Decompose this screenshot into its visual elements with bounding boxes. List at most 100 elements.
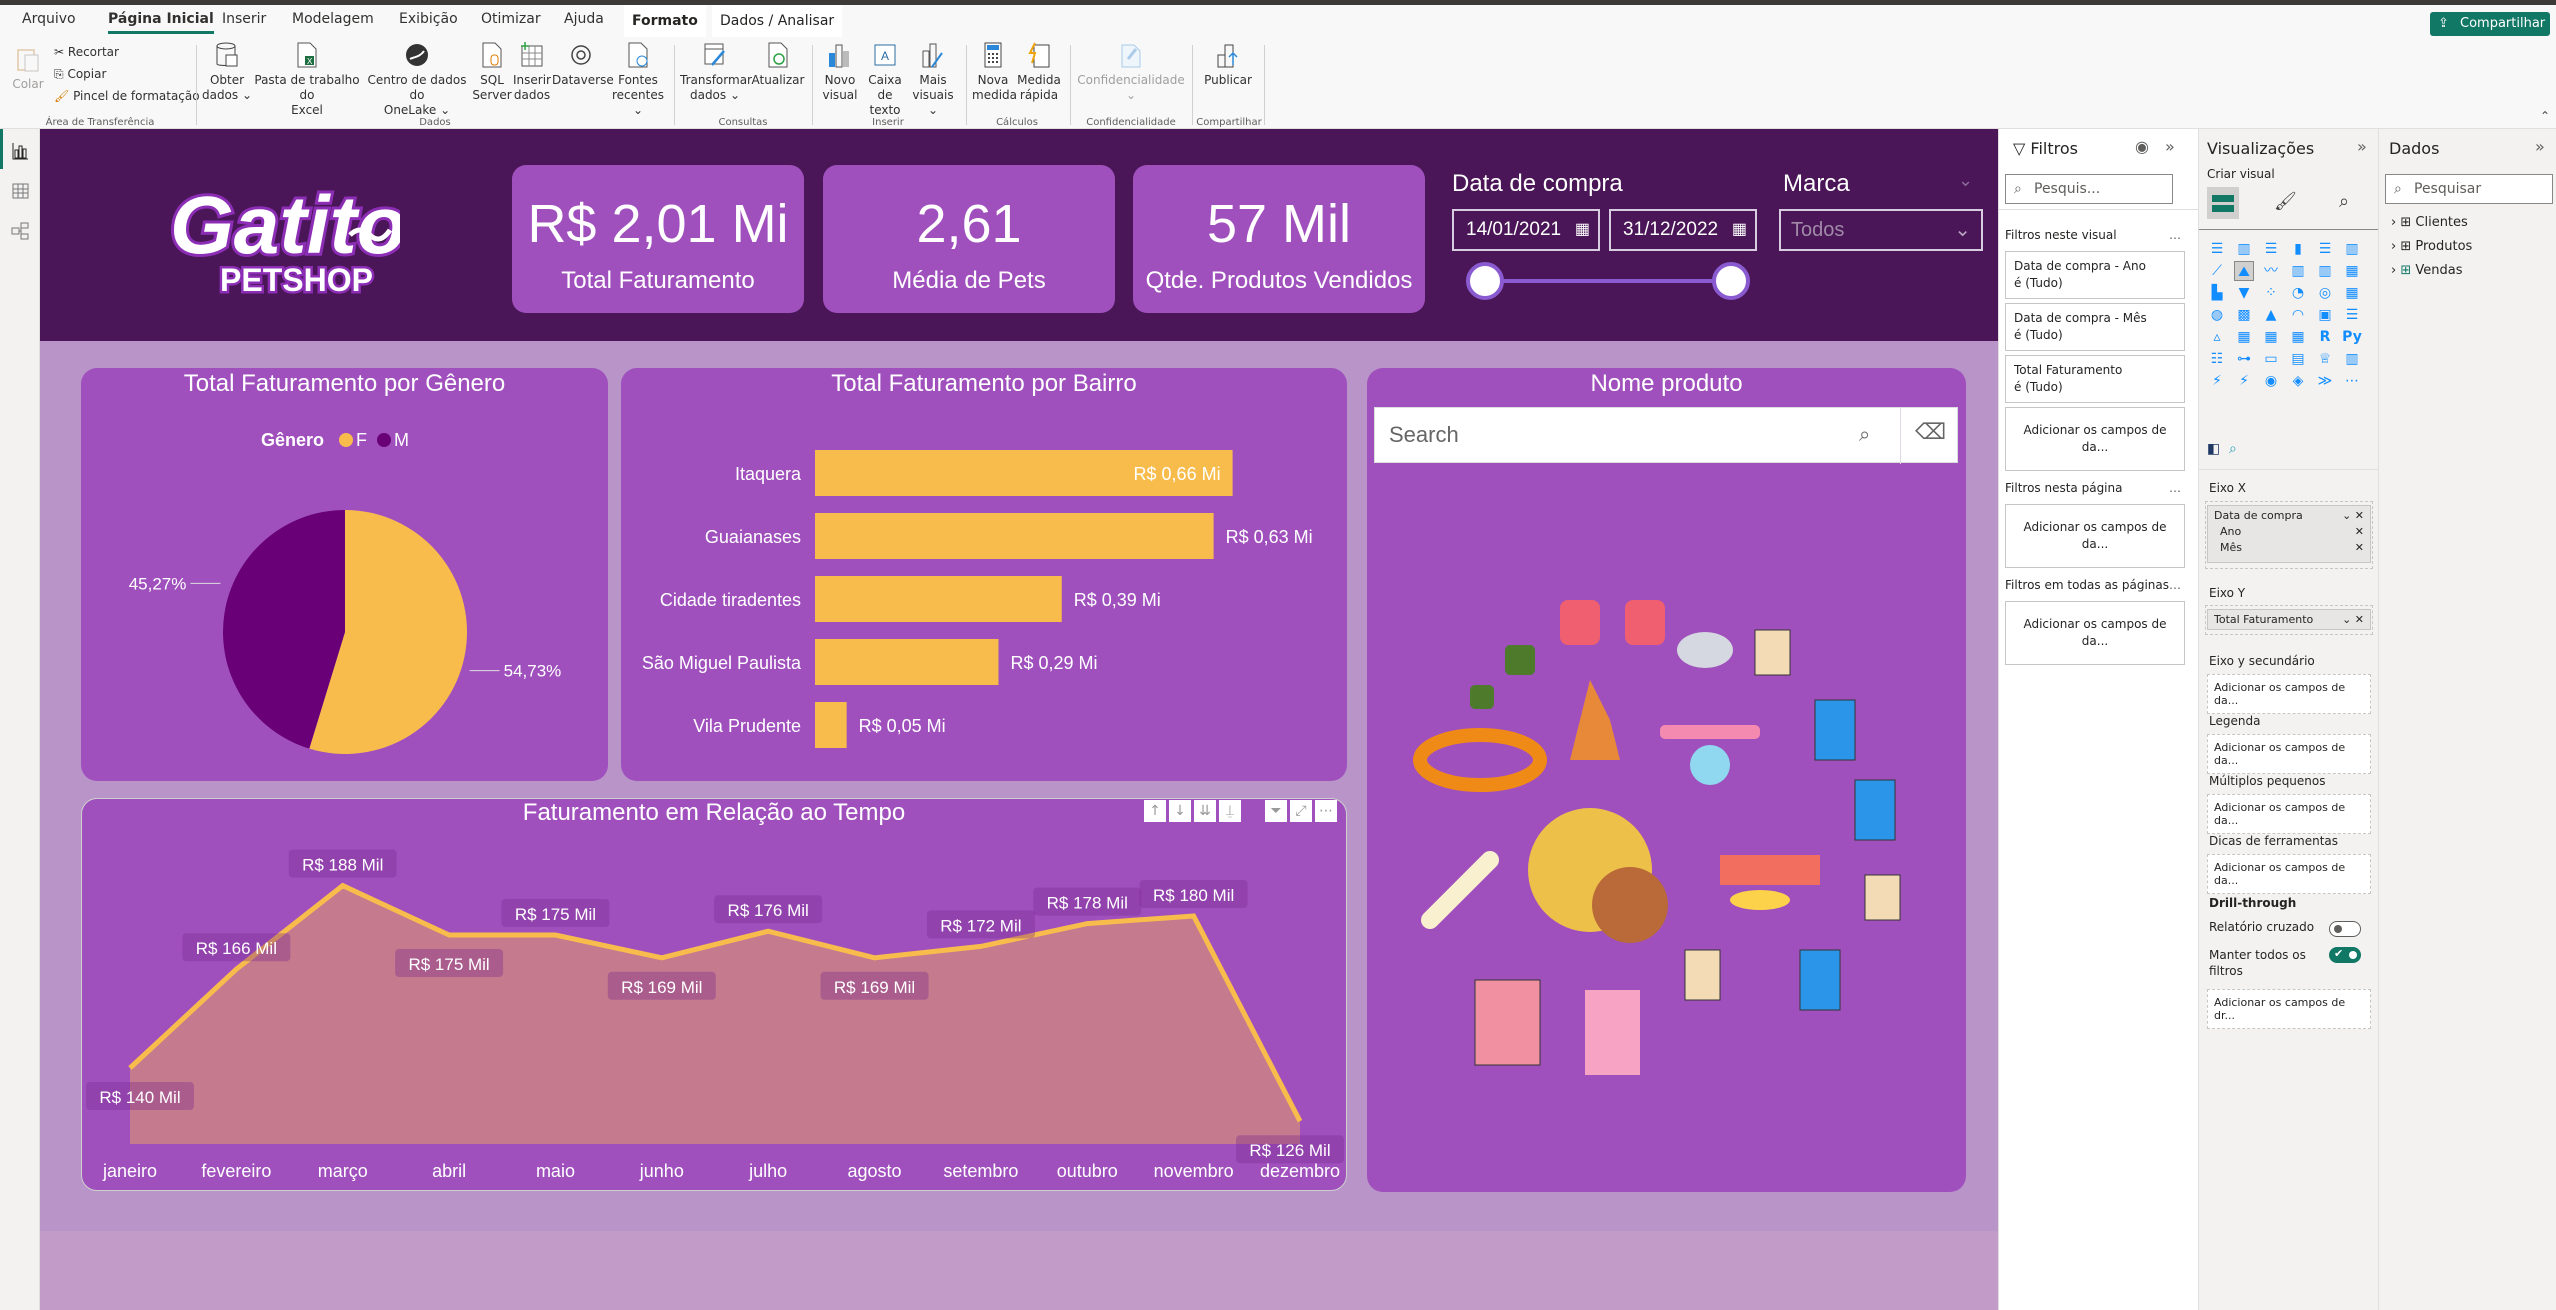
product-search-input[interactable]: Search ⌕ ⌫ — [1374, 407, 1958, 464]
visual-type-icon[interactable]: ▼ — [2234, 283, 2254, 303]
calendar-icon[interactable]: ▦ — [1732, 211, 1747, 249]
visual-type-icon[interactable]: ◉ — [2261, 371, 2281, 391]
collapse-filters-icon[interactable]: » — [2165, 137, 2175, 156]
quick-measure-button[interactable]: Medida rápida — [1016, 41, 1062, 103]
new-measure-button[interactable]: Nova medida — [972, 41, 1017, 103]
visual-type-icon[interactable]: ▦ — [2261, 327, 2281, 347]
visual-type-icon[interactable]: Py — [2342, 327, 2362, 347]
paste-button[interactable]: Colar — [10, 45, 46, 92]
visual-type-icon[interactable]: ▣ — [2315, 305, 2335, 325]
tab-ajuda[interactable]: Ajuda — [564, 11, 604, 27]
visual-type-icon[interactable]: ▥ — [2342, 349, 2362, 369]
brand-dropdown[interactable]: Todos ⌄ — [1779, 209, 1983, 251]
recent-sources-button[interactable]: Fontes recentes ⌄ — [610, 41, 666, 118]
date-range-slider[interactable] — [1485, 279, 1735, 283]
tab-otimizar[interactable]: Otimizar — [481, 11, 541, 27]
visual-type-icon[interactable]: ▦ — [2342, 283, 2362, 303]
visual-type-icon[interactable]: ≫ — [2315, 371, 2335, 391]
visual-type-icon[interactable]: ▦ — [2342, 261, 2362, 281]
visual-type-icon[interactable]: ◍ — [2207, 305, 2227, 325]
visual-type-icon[interactable]: ☷ — [2207, 349, 2227, 369]
format-painter-button[interactable]: 🖌 Pincel de formatação — [54, 89, 200, 103]
visual-type-icon[interactable]: ▲ — [2261, 305, 2281, 325]
remove-field-icon[interactable]: ⌄ ✕ — [2342, 613, 2364, 626]
visual-type-icon[interactable]: ⚡ — [2207, 371, 2227, 391]
data-search-input[interactable]: ⌕ Pesquisar — [2385, 174, 2553, 204]
copy-button[interactable]: ⎘ Copiar — [54, 67, 106, 82]
filter-card-ano[interactable]: Data de compra - Ano é (Tudo) — [2005, 251, 2185, 299]
collapse-data-icon[interactable]: » — [2535, 137, 2545, 156]
visual-type-icon[interactable]: ◎ — [2315, 283, 2335, 303]
visual-type-icon[interactable]: ▙ — [2207, 283, 2227, 303]
more-options-icon[interactable]: ⋯ — [1315, 800, 1337, 822]
visual-type-icon[interactable]: ⚡ — [2234, 371, 2254, 391]
table-produtos[interactable]: › ⊞ Produtos — [2391, 239, 2472, 254]
visual-type-icon[interactable]: ☰ — [2315, 239, 2335, 259]
visual-type-icon[interactable]: ☰ — [2342, 305, 2362, 325]
excel-workbook-button[interactable]: X Pasta de trabalho do Excel — [252, 41, 362, 118]
visual-type-icon[interactable]: ▥ — [2288, 261, 2308, 281]
chevron-down-icon[interactable]: ⌄ — [1958, 170, 1973, 191]
visual-type-icon[interactable]: ⟋ — [2207, 261, 2227, 281]
add-visual-filter-dropzone[interactable]: Adicionar os campos de da... — [2005, 407, 2185, 471]
dataverse-button[interactable]: Dataverse — [552, 41, 614, 88]
visual-type-icon[interactable]: R — [2315, 327, 2335, 347]
cut-button[interactable]: ✂ Recortar — [54, 45, 119, 59]
visual-type-icon[interactable]: ⊶ — [2234, 349, 2254, 369]
text-box-button[interactable]: A Caixa de texto — [862, 41, 908, 118]
drill-hierarchy-icon[interactable]: ⍊ — [1219, 800, 1241, 822]
visual-type-icon[interactable]: ▤ — [2288, 349, 2308, 369]
visual-type-icon[interactable]: ▦ — [2288, 327, 2308, 347]
filter-card-total-faturamento[interactable]: Total Faturamento é (Tudo) — [2005, 355, 2185, 403]
visual-type-icon[interactable]: ▦ — [2234, 327, 2254, 347]
tooltips-well[interactable]: Adicionar os campos de da... — [2207, 854, 2371, 894]
tab-dados-analisar[interactable]: Dados / Analisar — [712, 5, 843, 37]
format-visual-icon[interactable]: 🖌 — [2274, 191, 2297, 212]
model-view-icon[interactable] — [10, 221, 30, 241]
sensitivity-button[interactable]: Confidencialidade ⌄ — [1076, 41, 1186, 103]
add-report-filter-dropzone[interactable]: Adicionar os campos de da... — [2005, 601, 2185, 665]
visual-type-icon[interactable]: ▥ — [2342, 239, 2362, 259]
drill-through-well[interactable]: Adicionar os campos de dr... — [2207, 989, 2371, 1029]
focus-mode-icon[interactable]: ⤢ — [1290, 800, 1312, 822]
start-date-input[interactable]: 14/01/2021 ▦ — [1452, 209, 1600, 251]
tab-arquivo[interactable]: Arquivo — [22, 11, 76, 27]
y-axis-field-pill[interactable]: Total Faturamento ⌄ ✕ — [2207, 609, 2371, 630]
build-visual-tab[interactable] — [2207, 187, 2239, 219]
visual-type-icon[interactable]: ☰ — [2207, 239, 2227, 259]
visual-type-icon[interactable]: ▩ — [2234, 305, 2254, 325]
table-clientes[interactable]: › ⊞ Clientes — [2391, 215, 2468, 230]
visual-type-icon[interactable]: ▭ — [2261, 349, 2281, 369]
get-data-button[interactable]: Obter dados ⌄ — [200, 41, 254, 103]
remove-field-icon[interactable]: ⌄ ✕ — [2342, 509, 2364, 522]
visual-type-icon[interactable]: ⋯ — [2342, 371, 2362, 391]
search-visuals-icon[interactable]: ⌕ — [2229, 441, 2237, 457]
share-button[interactable]: ⇪ Compartilhar ⌄ — [2430, 12, 2550, 55]
visual-type-icon[interactable]: ▥ — [2234, 239, 2254, 259]
more-visuals-button[interactable]: Mais visuais ⌄ — [908, 41, 958, 118]
sql-server-button[interactable]: SQL Server — [472, 41, 512, 103]
search-icon[interactable]: ⌕ — [1859, 422, 1870, 446]
more-options-icon[interactable]: … — [2169, 481, 2181, 495]
visual-type-icon[interactable]: ♕ — [2315, 349, 2335, 369]
tab-formato[interactable]: Formato — [624, 5, 706, 37]
visual-type-icon[interactable]: 〰 — [2261, 261, 2281, 281]
x-axis-field-pill[interactable]: Data de compra ⌄ ✕ Ano ✕ Mês ✕ — [2207, 505, 2371, 563]
drill-up-icon[interactable]: ↑ — [1144, 800, 1166, 822]
remove-field-icon[interactable]: ✕ — [2355, 525, 2364, 538]
slider-end-handle[interactable] — [1712, 262, 1750, 300]
custom-visual-icon[interactable]: ◧ — [2207, 441, 2220, 457]
refresh-button[interactable]: Atualizar — [750, 41, 806, 88]
visual-type-icon[interactable]: ▵ — [2207, 327, 2227, 347]
tab-exibicao[interactable]: Exibição — [399, 11, 458, 27]
table-view-icon[interactable] — [10, 181, 30, 201]
eye-icon[interactable]: ◉ — [2135, 137, 2149, 156]
add-page-filter-dropzone[interactable]: Adicionar os campos de da... — [2005, 504, 2185, 568]
visual-type-icon[interactable]: ⁘ — [2261, 283, 2281, 303]
filter-card-mes[interactable]: Data de compra - Mês é (Tudo) — [2005, 303, 2185, 351]
secondary-y-well[interactable]: Adicionar os campos de da... — [2207, 674, 2371, 714]
visual-type-icon[interactable]: ▮ — [2288, 239, 2308, 259]
visual-type-icon[interactable]: ▥ — [2315, 261, 2335, 281]
report-view-icon[interactable] — [10, 141, 30, 161]
table-vendas[interactable]: › ⊞ Vendas — [2391, 263, 2463, 278]
